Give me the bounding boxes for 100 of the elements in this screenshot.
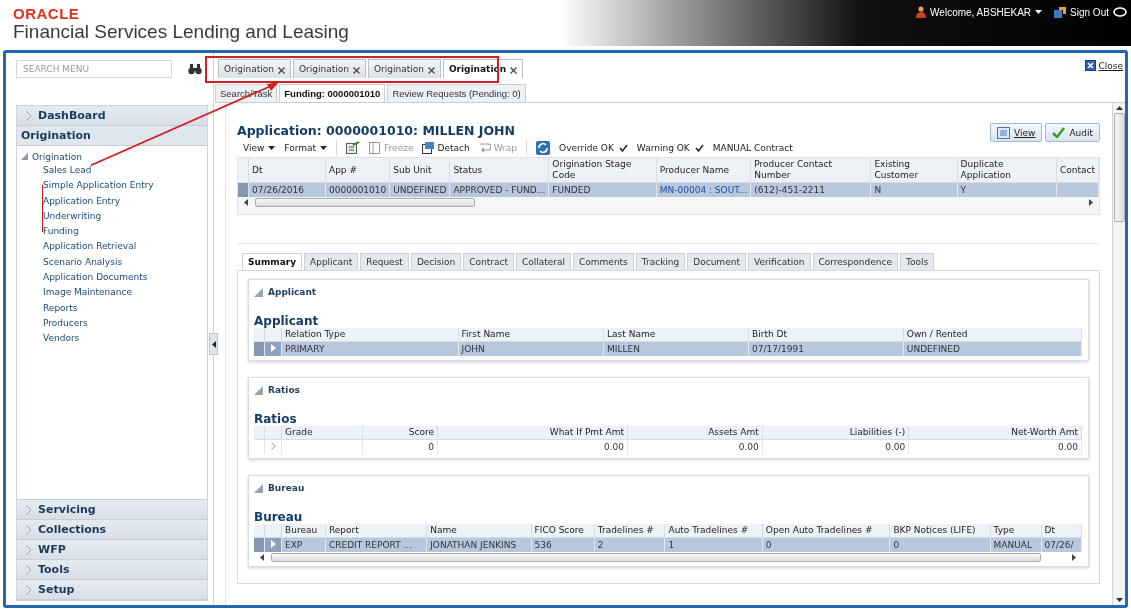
column-header[interactable]: Producer Name	[656, 158, 751, 183]
detach-button[interactable]: Detach	[422, 141, 470, 154]
expand-arrow-icon[interactable]	[270, 540, 276, 548]
close-icon[interactable]	[510, 67, 518, 74]
export-icon[interactable]	[346, 141, 361, 154]
page-tab[interactable]: Funding: 0000001010	[279, 84, 386, 102]
accordion-header[interactable]: DashBoard	[17, 106, 207, 126]
column-header[interactable]: Name	[426, 524, 532, 538]
column-header[interactable]: Open Auto Tradelines #	[762, 524, 890, 538]
scroll-right-icon[interactable]	[1089, 198, 1093, 206]
column-header[interactable]: Own / Rented	[903, 328, 1082, 342]
column-header[interactable]: FICO Score	[531, 524, 595, 538]
column-header[interactable]: Birth Dt	[748, 328, 904, 342]
column-header[interactable]: Net-Worth Amt	[908, 426, 1082, 440]
toolbar-menu[interactable]: Format	[284, 142, 328, 153]
accordion-header[interactable]: Origination	[17, 126, 207, 146]
column-header[interactable]: BKP Notices (LIFE)	[889, 524, 991, 538]
search-field[interactable]: SEARCH MENU	[16, 60, 172, 78]
close-icon[interactable]	[352, 67, 360, 74]
column-header[interactable]: Sub Unit	[389, 158, 450, 183]
close-link[interactable]: Close	[1098, 60, 1123, 71]
column-header[interactable]: Auto Tradelines #	[664, 524, 763, 538]
close-icon[interactable]	[427, 67, 435, 74]
collapse-handle[interactable]	[209, 333, 218, 355]
column-header[interactable]: Dt	[248, 158, 326, 183]
column-header[interactable]: First Name	[458, 328, 604, 342]
detail-tab[interactable]: Comments	[573, 253, 634, 270]
table-row[interactable]: 07/26/2016 0000001010 UNDEFINED APPROVED - FUND... FUNDED MN-00004 : SOUT... (612)-451-2211 N Y	[238, 182, 1099, 197]
table-cell: 0.00	[738, 442, 759, 452]
menu-link[interactable]: Simple Application Entry	[43, 178, 154, 194]
accordion-header[interactable]: Collections	[17, 520, 207, 540]
section-title[interactable]: Applicant	[268, 287, 317, 297]
column-header[interactable]: Existing Customer	[870, 158, 958, 183]
binoculars-icon[interactable]	[188, 63, 202, 75]
table-row[interactable]: 0 0.00 0.00 0.00 0.00	[254, 439, 1082, 454]
sign-out-icon[interactable]	[1054, 6, 1067, 18]
workspace-tab[interactable]: Origination	[218, 59, 291, 78]
accordion-header[interactable]: Servicing	[17, 500, 207, 520]
column-header[interactable]: Duplicate Application	[957, 158, 1057, 183]
close-icon[interactable]	[277, 67, 285, 74]
table-cell: 07/26/2016	[252, 185, 304, 195]
oval-icon[interactable]	[1113, 7, 1127, 17]
detail-tab[interactable]: Collateral	[515, 253, 571, 270]
scroll-up-icon[interactable]	[1115, 106, 1123, 110]
detail-tab[interactable]: Request	[360, 253, 409, 270]
detail-tab[interactable]: Decision	[410, 253, 462, 270]
accordion-header[interactable]: Setup	[17, 580, 207, 600]
detail-tab[interactable]: Applicant	[304, 253, 359, 270]
column-header[interactable]: What If Pmt Amt	[437, 426, 628, 440]
column-header[interactable]: Contact	[1056, 158, 1099, 183]
scrollbar-thumb[interactable]	[1113, 113, 1125, 222]
column-header[interactable]: Tradelines #	[594, 524, 665, 538]
column-header[interactable]: Origination Stage Code	[548, 158, 657, 183]
column-header[interactable]: Status	[449, 158, 549, 183]
column-header[interactable]: Relation Type	[281, 328, 459, 342]
column-header[interactable]: Type	[990, 524, 1042, 538]
menu-link[interactable]: Sales Lead	[43, 163, 92, 179]
scrollbar-thumb[interactable]	[255, 198, 475, 207]
refresh-icon[interactable]	[536, 140, 551, 155]
column-header[interactable]: Liabilities (-)	[762, 426, 909, 440]
column-header[interactable]: Dt	[1041, 524, 1082, 538]
table-row[interactable]: EXP CREDIT REPORT ... JONATHAN JENKINS 536 2 1 0 0 MANUAL 07/26/	[254, 537, 1082, 552]
view-button[interactable]: View	[990, 123, 1043, 142]
detail-tab[interactable]: Contract	[463, 253, 514, 270]
welcome-menu[interactable]: Welcome, ABSHEKAR	[930, 6, 1032, 18]
page-tab[interactable]: Review Requests (Pending: 0)	[387, 84, 526, 102]
accordion-header[interactable]: Tools	[17, 560, 207, 580]
detail-tab[interactable]: Verification	[747, 253, 811, 270]
scroll-left-icon[interactable]	[244, 198, 248, 206]
caret-icon[interactable]	[1035, 10, 1043, 14]
close-icon[interactable]	[1085, 60, 1097, 71]
detail-tab[interactable]: Correspondence	[812, 253, 898, 270]
column-header[interactable]: Producer Contact Number	[750, 158, 871, 183]
scroll-down-icon[interactable]	[1115, 598, 1123, 602]
detail-tab[interactable]: Summary	[242, 253, 303, 270]
detail-tab[interactable]: Tools	[899, 253, 935, 270]
audit-button[interactable]: Audit	[1045, 123, 1100, 142]
table-cell: 0.00	[1057, 442, 1078, 452]
column-header[interactable]: Last Name	[603, 328, 749, 342]
section-title[interactable]: Bureau	[268, 483, 305, 493]
column-header[interactable]: Score	[362, 426, 438, 440]
column-header[interactable]: Bureau	[281, 524, 326, 538]
workspace-tab[interactable]: Origination	[292, 59, 366, 78]
toolbar-menu[interactable]: View	[243, 142, 276, 153]
workspace-tab[interactable]: Origination	[367, 59, 441, 78]
table-row[interactable]: PRIMARY JOHN MILLEN 07/17/1991 UNDEFINED	[254, 341, 1082, 356]
column-header[interactable]: App #	[325, 158, 390, 183]
column-header[interactable]: Report	[325, 524, 427, 538]
column-header[interactable]: Grade	[281, 426, 363, 440]
expand-arrow-icon[interactable]	[270, 344, 276, 352]
column-header[interactable]: Assets Amt	[627, 426, 763, 440]
tree-node[interactable]: Origination	[17, 150, 207, 163]
scrollbar-thumb[interactable]	[271, 553, 1041, 562]
section-title[interactable]: Ratios	[268, 385, 300, 395]
scroll-right-icon[interactable]	[1072, 553, 1076, 561]
detail-tab[interactable]: Document	[687, 253, 746, 270]
detail-tab[interactable]: Tracking	[635, 253, 686, 270]
accordion-header[interactable]: WFP	[17, 540, 207, 560]
sign-out-link[interactable]: Sign Out	[1070, 6, 1109, 18]
scroll-left-icon[interactable]	[260, 553, 264, 561]
